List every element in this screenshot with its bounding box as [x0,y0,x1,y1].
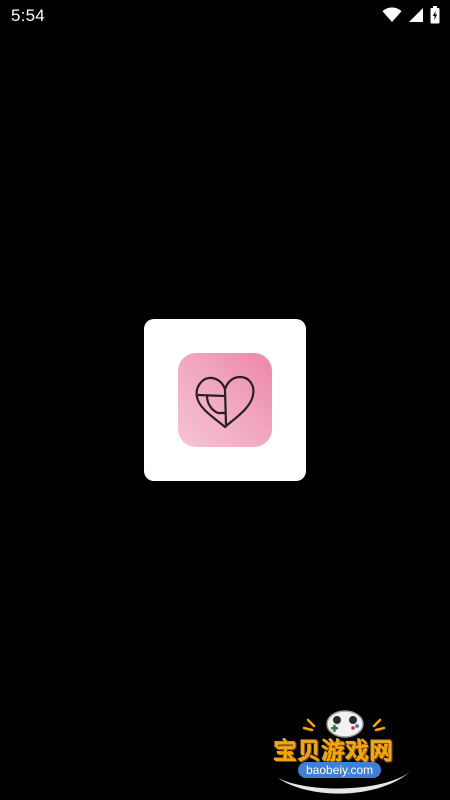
watermark-logo: 宝贝游戏网 baobeiy.com [270,700,420,800]
watermark-domain: baobeiy.com [298,762,382,778]
wifi-icon [382,7,402,23]
splash-screen: 5:54 宝贝游戏网 baobeiy.com [0,0,450,800]
splash-logo-card [144,319,306,481]
heart-logo-icon [195,375,255,429]
cell-signal-icon [408,7,424,23]
battery-charging-icon [430,6,440,24]
app-icon [178,353,272,447]
status-bar: 5:54 [0,0,450,32]
status-time: 5:54 [11,6,45,25]
watermark-title: 宝贝游戏网 [274,739,394,765]
status-icons [382,6,440,24]
